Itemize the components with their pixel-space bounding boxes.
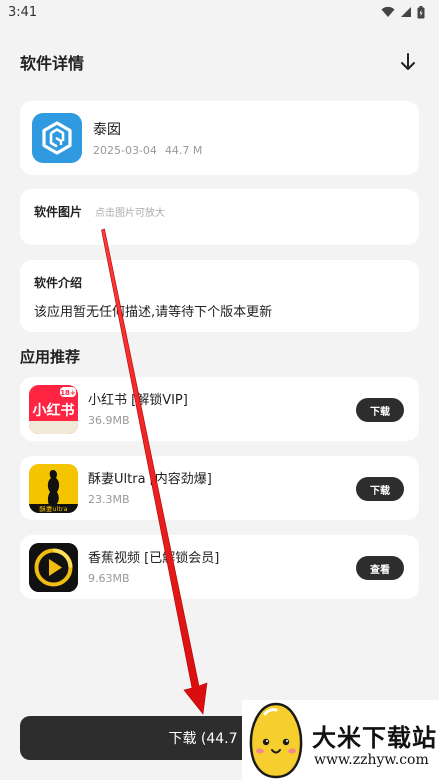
app-date: 2025-03-04 [93, 144, 157, 157]
recommend-item[interactable]: 小红书 18+ 小红书 [解锁VIP] 36.9MB 下载 [20, 377, 419, 441]
recommend-item-size: 23.3MB [88, 493, 130, 506]
status-bar: 3:41 [0, 0, 439, 24]
recommend-item-size: 9.63MB [88, 572, 130, 585]
status-icons [381, 5, 425, 19]
battery-icon [417, 5, 425, 18]
app-size: 44.7 M [164, 144, 203, 157]
app-info-card: 泰囡 2025-03-04 44.7 M [20, 101, 419, 175]
screenshots-hint: 点击图片可放大 [95, 208, 165, 219]
header-download-button[interactable] [396, 50, 420, 74]
age-badge: 18+ [60, 389, 76, 397]
arrow-down-icon [401, 53, 415, 70]
download-button[interactable]: 下载 [356, 398, 404, 422]
suqi-app-icon: 酥妻ultra [29, 464, 78, 513]
recommend-item[interactable]: 香蕉视频 [已解锁会员] 9.63MB 查看 [20, 535, 419, 599]
status-time: 3:41 [8, 4, 38, 20]
screenshots-card[interactable]: 软件图片 点击图片可放大 [20, 189, 419, 245]
app-icon [32, 113, 82, 163]
banana-video-app-icon [29, 543, 78, 592]
screenshots-label: 软件图片 [34, 205, 83, 219]
icon-caption: 酥妻ultra [39, 504, 67, 513]
watermark-url: www.zzhyw.com [314, 752, 429, 768]
rice-mascot-logo [249, 702, 303, 779]
description-label: 软件介绍 [34, 276, 83, 290]
signal-icon [401, 7, 411, 17]
wifi-icon [381, 6, 395, 17]
recommend-item-name: 酥妻Ultra [内容劲爆] [88, 472, 212, 487]
app-name: 泰囡 [93, 122, 121, 138]
download-button[interactable]: 下载 [356, 477, 404, 501]
svg-text:小红书: 小红书 [33, 402, 75, 419]
bottom-download-label: 下载 (44.7 [168, 731, 238, 747]
watermark-name: 大米下载站 [312, 724, 437, 752]
recommend-item-name: 香蕉视频 [已解锁会员] [88, 551, 220, 566]
page-title: 软件详情 [20, 54, 85, 73]
view-button[interactable]: 查看 [356, 556, 404, 580]
xiaohongshu-app-icon: 小红书 18+ [29, 385, 78, 434]
recommend-item[interactable]: 酥妻ultra 酥妻Ultra [内容劲爆] 23.3MB 下载 [20, 456, 419, 520]
recommend-item-name: 小红书 [解锁VIP] [88, 393, 188, 408]
app-meta: 2025-03-04 44.7 M [93, 144, 202, 157]
description-card: 软件介绍 该应用暂无任何描述,请等待下个版本更新 [20, 260, 419, 332]
recommend-title: 应用推荐 [20, 348, 81, 366]
watermark: 大米下载站 www.zzhyw.com [242, 700, 439, 780]
recommend-item-size: 36.9MB [88, 414, 130, 427]
header: 软件详情 [20, 50, 420, 74]
description-text: 该应用暂无任何描述,请等待下个版本更新 [34, 305, 273, 320]
